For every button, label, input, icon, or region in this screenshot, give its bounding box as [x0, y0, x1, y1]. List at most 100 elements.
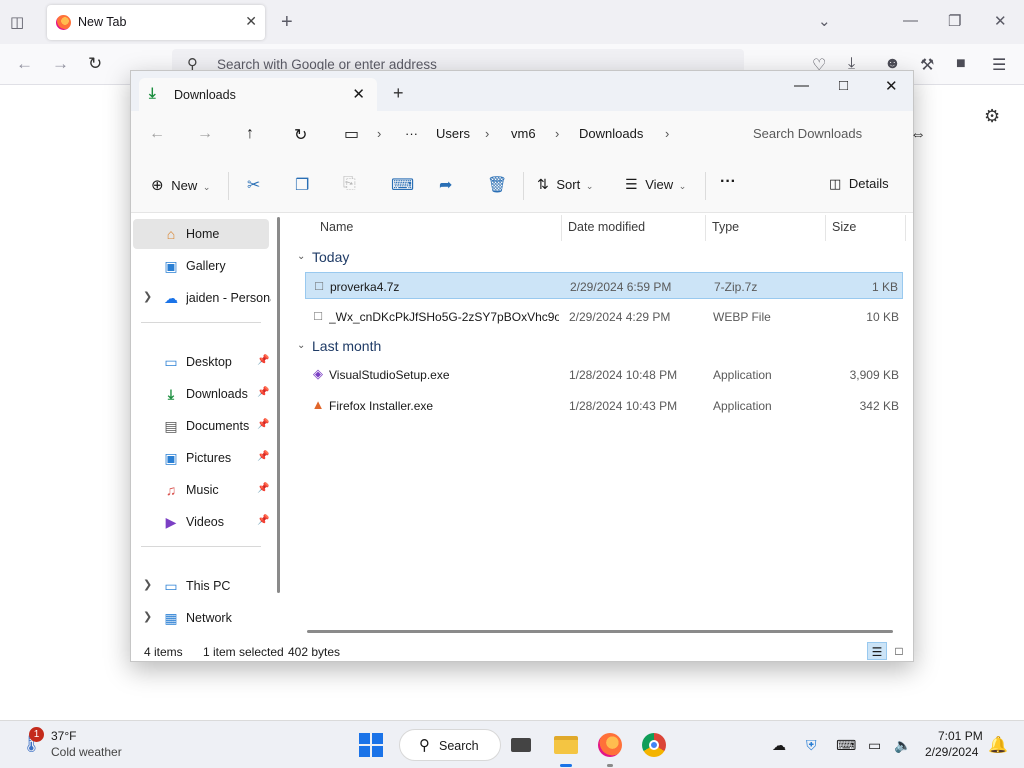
column-header-name[interactable]: Name — [320, 220, 353, 234]
close-tab-icon[interactable]: ✕ — [352, 85, 365, 103]
nav-item-home[interactable]: ⌂ Home — [133, 219, 269, 249]
nav-item-videos[interactable]: ▶ Videos 📌 — [133, 507, 270, 537]
keyboard-icon[interactable]: ⌨ — [836, 737, 856, 754]
paste-icon[interactable]: ⎘ — [343, 175, 356, 193]
breadcrumb-item[interactable]: Downloads — [579, 126, 643, 141]
clock-date[interactable]: 2/29/2024 — [925, 745, 978, 759]
new-button[interactable]: ⊕ New ⌄ — [151, 176, 210, 194]
search-input[interactable]: Search Downloads — [753, 126, 862, 141]
chevron-down-icon: ⌄ — [202, 182, 211, 192]
onedrive-cloud-icon[interactable]: ☁ — [772, 737, 786, 754]
firefox-taskbar-button[interactable] — [597, 732, 623, 767]
rename-icon[interactable]: ⌨ — [391, 175, 414, 195]
view-label: View — [645, 177, 674, 192]
security-shield-icon[interactable]: ⛨ — [806, 737, 817, 754]
forward-icon[interactable]: → — [197, 125, 213, 143]
nav-item-label: Home — [186, 227, 220, 241]
back-icon[interactable]: ← — [149, 125, 165, 143]
breadcrumb-item[interactable]: vm6 — [511, 126, 536, 141]
breadcrumb-item[interactable]: Users — [436, 126, 470, 141]
reload-icon[interactable]: ↻ — [88, 54, 102, 74]
column-divider[interactable] — [705, 215, 706, 241]
gear-icon[interactable]: ⚙ — [984, 106, 1000, 127]
back-icon[interactable]: ← — [16, 54, 33, 74]
breadcrumb-more[interactable]: ··· — [405, 126, 418, 141]
nav-item-network[interactable]: ❯ ▦ Network — [133, 603, 269, 633]
new-tab-button[interactable]: + — [281, 11, 293, 34]
chevron-down-icon[interactable]: ⌄ — [818, 12, 831, 30]
command-bar: ⊕ New ⌄ ✂ ❐ ⎘ ⌨ ➦ 🗑 ⇅ Sort ⌄ ☰ View ⌄ ··… — [131, 159, 913, 213]
forward-icon[interactable]: → — [52, 54, 69, 74]
clock-time[interactable]: 7:01 PM — [938, 729, 983, 743]
chevron-right-icon[interactable]: ❯ — [143, 290, 152, 303]
nav-item-music[interactable]: ♫ Music 📌 — [133, 475, 270, 505]
nav-item-downloads[interactable]: ⤓ Downloads 📌 — [133, 379, 270, 409]
file-row[interactable]: ◈ VisualStudioSetup.exe 1/28/2024 10:48 … — [305, 361, 903, 388]
horizontal-scrollbar[interactable] — [307, 630, 893, 633]
share-icon[interactable]: ➦ — [439, 175, 452, 195]
nav-item-this-pc[interactable]: ❯ ▭ This PC — [133, 571, 269, 601]
view-button[interactable]: ☰ View ⌄ — [625, 176, 686, 193]
breadcrumb-separator-icon: › — [665, 126, 670, 141]
list-all-tabs-icon[interactable]: ◫ — [10, 13, 28, 31]
close-browser-icon[interactable]: ✕ — [994, 12, 1007, 30]
task-view-button[interactable] — [508, 732, 534, 758]
explorer-tab-downloads[interactable]: ⤓ Downloads ✕ — [139, 78, 377, 111]
minimize-browser-icon[interactable]: — — [903, 12, 918, 29]
restore-browser-icon[interactable]: ❐ — [948, 12, 961, 30]
nav-item-documents[interactable]: ▤ Documents 📌 — [133, 411, 269, 441]
up-icon[interactable]: ↑ — [246, 125, 254, 143]
file-name: Firefox Installer.exe — [329, 399, 434, 413]
weather-temperature: 37°F — [51, 729, 77, 743]
notification-bell-icon[interactable]: 🔔 — [988, 735, 1008, 755]
nav-item-label: Network — [186, 611, 232, 625]
status-bar: 4 items 1 item selected 402 bytes ☰ □ — [131, 641, 913, 661]
column-divider[interactable] — [561, 215, 562, 241]
file-row[interactable]: □ proverka4.7z 2/29/2024 6:59 PM 7-Zip.7… — [305, 272, 903, 299]
monitor-icon[interactable]: ▭ — [344, 124, 359, 144]
chevron-right-icon[interactable]: ❯ — [143, 578, 152, 591]
start-button[interactable] — [359, 733, 383, 757]
cut-icon[interactable]: ✂ — [247, 175, 260, 195]
nav-scrollbar[interactable] — [277, 217, 280, 593]
taskbar: 🌡 1 37°F Cold weather ⚲ Search ☁ ⛨ ⌨ ▭ 🔈… — [0, 720, 1024, 768]
chevron-right-icon[interactable]: ❯ — [143, 610, 152, 623]
column-header-size[interactable]: Size — [832, 220, 856, 234]
more-options-button[interactable]: ··· — [720, 173, 736, 191]
extensions-icon[interactable]: ⚒ — [920, 55, 934, 75]
address-bar-row: ← → ↑ ↻ ▭ › ··· Users › vm6 › Downloads … — [131, 111, 913, 159]
image-file-icon: □ — [314, 308, 322, 323]
folder-icon — [554, 736, 578, 754]
maximize-icon[interactable]: □ — [839, 77, 848, 94]
file-row[interactable]: ▲ Firefox Installer.exe 1/28/2024 10:43 … — [305, 392, 903, 419]
delete-icon[interactable]: 🗑 — [487, 175, 507, 195]
column-header-type[interactable]: Type — [712, 220, 739, 234]
refresh-icon[interactable]: ↻ — [294, 125, 307, 145]
column-divider[interactable] — [825, 215, 826, 241]
column-divider[interactable] — [905, 215, 906, 241]
network-status-icon[interactable]: ▭ — [868, 737, 881, 754]
taskbar-search[interactable]: ⚲ Search — [399, 729, 501, 761]
copy-icon[interactable]: ❐ — [295, 175, 309, 195]
close-icon[interactable]: ✕ — [885, 77, 898, 95]
details-button[interactable]: ◫ Details — [829, 176, 889, 192]
column-header-date[interactable]: Date modified — [568, 220, 645, 234]
nav-item-onedrive[interactable]: ❯ ☁ jaiden - Personal — [133, 283, 271, 313]
nav-item-gallery[interactable]: ▣ Gallery — [133, 251, 269, 281]
nav-item-desktop[interactable]: ▭ Desktop 📌 — [133, 347, 269, 377]
close-tab-icon[interactable]: ✕ — [245, 13, 257, 30]
speaker-muted-icon[interactable]: 🔈 — [894, 737, 911, 754]
robot-icon[interactable]: ■ — [956, 55, 966, 73]
sort-button[interactable]: ⇅ Sort ⌄ — [537, 176, 593, 193]
file-explorer-taskbar-button[interactable] — [553, 732, 579, 767]
tiles-view-icon[interactable]: □ — [889, 642, 909, 660]
minimize-icon[interactable]: — — [794, 77, 809, 94]
details-view-icon[interactable]: ☰ — [867, 642, 887, 660]
chrome-taskbar-button[interactable] — [641, 732, 667, 758]
browser-tab-new-tab[interactable]: New Tab ✕ — [47, 5, 265, 40]
weather-badge: 1 — [29, 727, 44, 742]
new-tab-button[interactable]: + — [393, 83, 404, 104]
file-row[interactable]: □ _Wx_cnDKcPkJfSHo5G-2zSY7pBOxVhc9ot... … — [305, 303, 903, 330]
nav-item-pictures[interactable]: ▣ Pictures 📌 — [133, 443, 269, 473]
menu-icon[interactable]: ☰ — [992, 55, 1006, 75]
